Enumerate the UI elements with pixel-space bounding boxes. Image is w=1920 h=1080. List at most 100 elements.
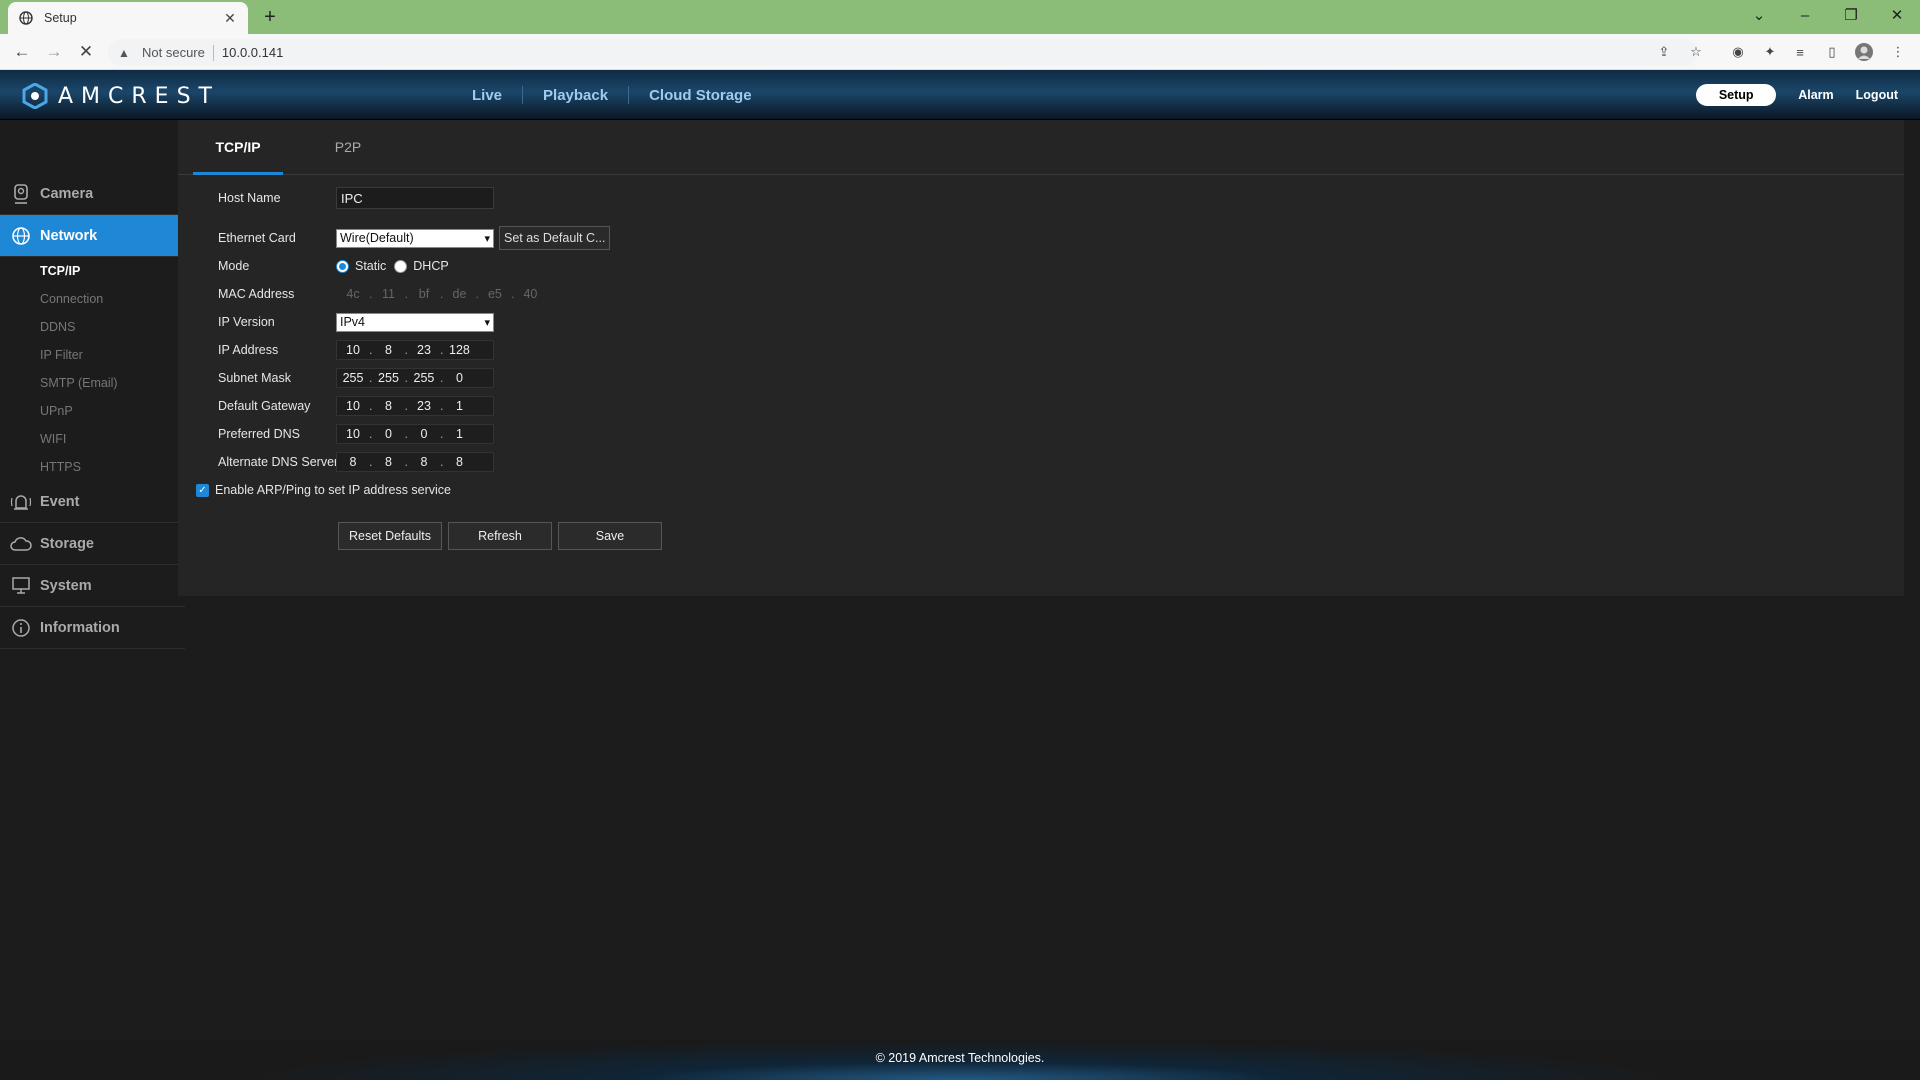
- host-name-label: Host Name: [218, 191, 281, 205]
- info-icon: [10, 617, 32, 639]
- dns-octet[interactable]: 1: [443, 427, 475, 441]
- logout-link[interactable]: Logout: [1856, 88, 1898, 102]
- reading-list-icon[interactable]: ≡: [1790, 42, 1810, 62]
- static-label[interactable]: Static: [355, 259, 386, 273]
- address-bar[interactable]: ▲ Not secure 10.0.0.141: [108, 39, 1698, 66]
- puzzle-extensions-icon[interactable]: ✦: [1760, 42, 1780, 62]
- new-tab-icon[interactable]: +: [258, 5, 282, 29]
- mac-address-field: 4c. 11. bf. de. e5. 40: [336, 284, 576, 304]
- dns-octet[interactable]: 8: [372, 455, 404, 469]
- sidebar-item-label: Storage: [40, 535, 94, 552]
- sidebar-sub-ip-filter[interactable]: IP Filter: [0, 341, 185, 369]
- ip-octet[interactable]: 23: [408, 343, 440, 357]
- sidebar-item-system[interactable]: System: [0, 565, 185, 607]
- nav-cloud-storage[interactable]: Cloud Storage: [629, 87, 772, 104]
- sidebar-sub-wifi[interactable]: WIFI: [0, 425, 185, 453]
- subnet-octet[interactable]: 255: [337, 371, 369, 385]
- gateway-octet[interactable]: 1: [443, 399, 475, 413]
- sidebar-item-label: System: [40, 577, 92, 594]
- window-close-icon[interactable]: ✕: [1874, 0, 1920, 30]
- mode-row: Mode Static DHCP: [218, 254, 918, 278]
- sidebar-sub-ddns[interactable]: DDNS: [0, 313, 185, 341]
- header-right: Setup Alarm Logout: [1696, 70, 1920, 120]
- gateway-octet[interactable]: 23: [408, 399, 440, 413]
- host-name-input[interactable]: [336, 187, 494, 209]
- dns-octet[interactable]: 8: [408, 455, 440, 469]
- ip-octet[interactable]: 10: [337, 343, 369, 357]
- ip-version-select[interactable]: IPv4 ▾: [336, 312, 494, 332]
- share-icon[interactable]: ⇪: [1654, 42, 1674, 62]
- sidebar-sub-https[interactable]: HTTPS: [0, 453, 185, 481]
- gateway-octet[interactable]: 8: [372, 399, 404, 413]
- tab-search-icon[interactable]: ⌄: [1736, 0, 1782, 30]
- browser-tab[interactable]: Setup ✕: [8, 2, 248, 34]
- dns-octet[interactable]: 0: [408, 427, 440, 441]
- minimize-icon[interactable]: –: [1782, 0, 1828, 30]
- subnet-octet[interactable]: 255: [372, 371, 404, 385]
- tab-p2p[interactable]: P2P: [303, 120, 393, 175]
- warning-icon[interactable]: ▲: [118, 46, 136, 60]
- cloud-icon: [10, 533, 32, 555]
- sidebar-item-network[interactable]: Network: [0, 215, 193, 257]
- dns-octet[interactable]: 10: [337, 427, 369, 441]
- dns-octet[interactable]: 0: [372, 427, 404, 441]
- amcrest-logo[interactable]: AMCREST: [22, 83, 220, 109]
- dns-octet[interactable]: 8: [443, 455, 475, 469]
- gateway-octet[interactable]: 10: [337, 399, 369, 413]
- not-secure-label[interactable]: Not secure: [142, 45, 205, 60]
- save-button[interactable]: Save: [558, 522, 662, 550]
- back-icon[interactable]: ←: [10, 40, 34, 64]
- dhcp-label[interactable]: DHCP: [413, 259, 448, 273]
- sidebar-item-camera[interactable]: Camera: [0, 173, 185, 215]
- nav-live[interactable]: Live: [452, 87, 522, 104]
- tab-strip: TCP/IP P2P: [178, 120, 1904, 175]
- subnet-octet[interactable]: 255: [408, 371, 440, 385]
- action-buttons: Reset Defaults Refresh Save: [338, 522, 668, 550]
- refresh-button[interactable]: Refresh: [448, 522, 552, 550]
- alternate-dns-field[interactable]: 8. 8. 8. 8: [336, 452, 494, 472]
- sidebar-item-event[interactable]: Event: [0, 481, 185, 523]
- alarm-link[interactable]: Alarm: [1798, 88, 1833, 102]
- ip-octet[interactable]: 8: [372, 343, 404, 357]
- sidebar-item-label: Information: [40, 619, 120, 636]
- forward-icon[interactable]: →: [42, 40, 66, 64]
- dhcp-radio[interactable]: [394, 259, 408, 273]
- mac-row: MAC Address 4c. 11. bf. de. e5. 40: [218, 282, 918, 306]
- subnet-mask-field[interactable]: 255. 255. 255. 0: [336, 368, 494, 388]
- sidebar-sub-connection[interactable]: Connection: [0, 285, 185, 313]
- arp-label[interactable]: Enable ARP/Ping to set IP address servic…: [215, 483, 451, 497]
- reset-defaults-button[interactable]: Reset Defaults: [338, 522, 442, 550]
- restore-icon[interactable]: ❐: [1828, 0, 1874, 30]
- chevron-down-icon: ▾: [484, 316, 490, 329]
- preferred-dns-field[interactable]: 10. 0. 0. 1: [336, 424, 494, 444]
- ethernet-select[interactable]: Wire(Default) ▾: [336, 228, 494, 248]
- static-radio[interactable]: [336, 259, 349, 273]
- set-default-button[interactable]: Set as Default C...: [499, 226, 611, 250]
- extension-shield-icon[interactable]: ◉: [1728, 42, 1748, 62]
- side-panel-icon[interactable]: ▯: [1822, 42, 1842, 62]
- sidebar-sub-smtp[interactable]: SMTP (Email): [0, 369, 185, 397]
- sidebar-item-storage[interactable]: Storage: [0, 523, 185, 565]
- ip-octet[interactable]: 128: [443, 343, 475, 357]
- footer: © 2019 Amcrest Technologies.: [0, 1040, 1920, 1080]
- tab-tcpip[interactable]: TCP/IP: [193, 120, 283, 175]
- sidebar-sub-tcpip[interactable]: TCP/IP: [0, 257, 185, 285]
- sidebar-item-label: Event: [40, 493, 80, 510]
- arp-checkbox[interactable]: ✓: [196, 483, 209, 497]
- browser-menu-icon[interactable]: ⋮: [1888, 42, 1908, 62]
- gateway-field[interactable]: 10. 8. 23. 1: [336, 396, 494, 416]
- ip-address-label: IP Address: [218, 343, 279, 357]
- stop-loading-icon[interactable]: ✕: [74, 40, 98, 64]
- setup-button[interactable]: Setup: [1696, 84, 1777, 106]
- url-text[interactable]: 10.0.0.141: [222, 45, 283, 60]
- close-tab-icon[interactable]: ✕: [222, 10, 238, 27]
- sidebar-item-information[interactable]: Information: [0, 607, 185, 649]
- ip-version-label: IP Version: [218, 315, 275, 329]
- ip-address-field[interactable]: 10. 8. 23. 128: [336, 340, 494, 360]
- bookmark-star-icon[interactable]: ☆: [1686, 42, 1706, 62]
- subnet-octet[interactable]: 0: [443, 371, 475, 385]
- profile-avatar-icon[interactable]: [1854, 42, 1874, 62]
- nav-playback[interactable]: Playback: [523, 87, 628, 104]
- dns-octet[interactable]: 8: [337, 455, 369, 469]
- sidebar-sub-upnp[interactable]: UPnP: [0, 397, 185, 425]
